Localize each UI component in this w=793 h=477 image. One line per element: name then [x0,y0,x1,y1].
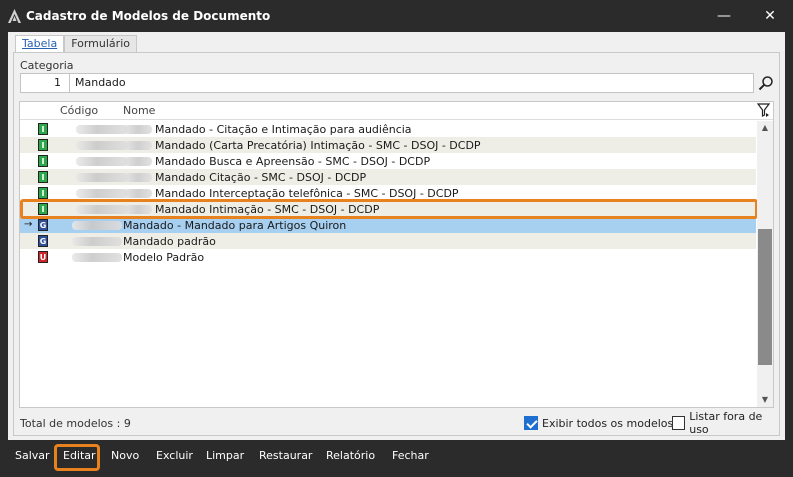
model-type-badge: I [38,155,48,167]
table-row[interactable]: I Mandado (Carta Precatória) Intimação - … [20,137,756,153]
search-icon[interactable] [758,75,774,91]
filter-icon[interactable] [757,103,771,118]
edit-button[interactable]: Editar [63,447,96,465]
window-title: Cadastro de Modelos de Documento [26,9,271,23]
table-row[interactable]: G Mandado padrão [20,233,756,249]
table-row[interactable]: I Mandado Interceptação telefônica - SMC … [20,185,756,201]
grid-header: Código Nome [20,102,773,120]
new-button[interactable]: Novo [111,447,139,465]
redacted-code [76,125,128,134]
close-button[interactable]: ✕ [747,0,793,32]
model-type-badge: I [38,203,48,215]
table-row[interactable]: I Mandado Citação - SMC - DSOJ - DCDP [20,169,756,185]
redacted-code [124,173,152,182]
tab-tabela[interactable]: Tabela [15,35,65,53]
scroll-down-arrow-icon[interactable]: ▼ [757,393,773,407]
list-out-of-use-checkbox[interactable] [672,416,686,430]
column-header-name[interactable]: Nome [123,104,155,117]
table-row[interactable]: U Modelo Padrão [20,249,756,265]
show-all-models-toggle[interactable]: Exibir todos os modelos [524,415,673,431]
column-header-code[interactable]: Código [60,104,98,117]
redacted-code [76,189,128,198]
scroll-up-arrow-icon[interactable]: ▲ [757,121,773,135]
table-row[interactable]: I Mandado Busca e Apreensão - SMC - DSOJ … [20,153,756,169]
grid-rows: I Mandado - Citação e Intimação para audi… [20,121,756,265]
tab-strip: Tabela Formulário [15,35,137,53]
show-all-checkbox[interactable] [524,416,538,430]
list-out-of-use-label[interactable]: Listar fora de uso [689,410,779,436]
redacted-code [124,205,152,214]
model-type-badge: U [38,251,48,263]
vertical-scrollbar[interactable]: ▲ ▼ [757,121,773,407]
report-button[interactable]: Relatório [326,447,375,465]
model-name: Modelo Padrão [123,251,205,264]
model-type-badge: I [38,139,48,151]
redacted-code [124,157,152,166]
models-grid: Código Nome I Mandado - Citação e Intimaç… [19,101,774,408]
restore-button[interactable]: Restaurar [259,447,312,465]
current-row-indicator: → [24,219,33,230]
redacted-code [124,141,152,150]
table-row[interactable]: → G Mandado - Mandado para Artigos Quiron [20,217,756,233]
tab-panel: Categoria 1 Mandado Código Nome I Mandado… [13,52,780,436]
total-models-count: Total de modelos : 9 [20,417,131,430]
model-name: Mandado Citação - SMC - DSOJ - DCDP [155,171,367,184]
action-toolbar: Salvar Editar Novo Excluir Limpar Restau… [8,440,785,472]
app-logo-icon [8,9,21,23]
redacted-code [124,189,152,198]
redacted-code [72,237,122,246]
window-client: Tabela Formulário Categoria 1 Mandado Có… [8,32,785,440]
redacted-code [72,221,122,230]
model-type-badge: G [38,219,48,231]
redacted-code [76,157,128,166]
redacted-code [72,253,122,262]
redacted-code [76,205,128,214]
delete-button[interactable]: Excluir [156,447,193,465]
model-name: Mandado (Carta Precatória) Intimação - S… [155,139,481,152]
list-out-of-use-toggle[interactable]: Listar fora de uso [672,410,779,436]
redacted-code [76,141,128,150]
category-label: Categoria [20,59,74,72]
model-type-badge: I [38,171,48,183]
model-name: Mandado - Mandado para Artigos Quiron [123,219,347,232]
tab-formulario[interactable]: Formulário [64,35,137,52]
redacted-code [124,125,152,134]
model-type-badge: I [38,123,48,135]
category-name-field[interactable]: Mandado [70,73,754,93]
save-button[interactable]: Salvar [15,447,50,465]
clear-button[interactable]: Limpar [206,447,244,465]
model-name: Mandado padrão [123,235,216,248]
model-type-badge: G [38,235,48,247]
model-type-badge: I [38,187,48,199]
category-id-field[interactable]: 1 [20,73,70,93]
model-name: Mandado - Citação e Intimação para audiê… [155,123,412,136]
scrollbar-thumb[interactable] [758,229,772,365]
redacted-code [76,173,128,182]
model-name: Mandado Intimação - SMC - DSOJ - DCDP [155,203,380,216]
close-form-button[interactable]: Fechar [392,447,429,465]
show-all-label[interactable]: Exibir todos os modelos [542,417,673,430]
table-row[interactable]: I Mandado Intimação - SMC - DSOJ - DCDP [20,201,756,217]
model-name: Mandado Busca e Apreensão - SMC - DSOJ -… [155,155,431,168]
minimize-button[interactable]: — [701,0,747,32]
table-row[interactable]: I Mandado - Citação e Intimação para audi… [20,121,756,137]
model-name: Mandado Interceptação telefônica - SMC -… [155,187,459,200]
title-bar: Cadastro de Modelos de Documento — ✕ [0,0,793,32]
